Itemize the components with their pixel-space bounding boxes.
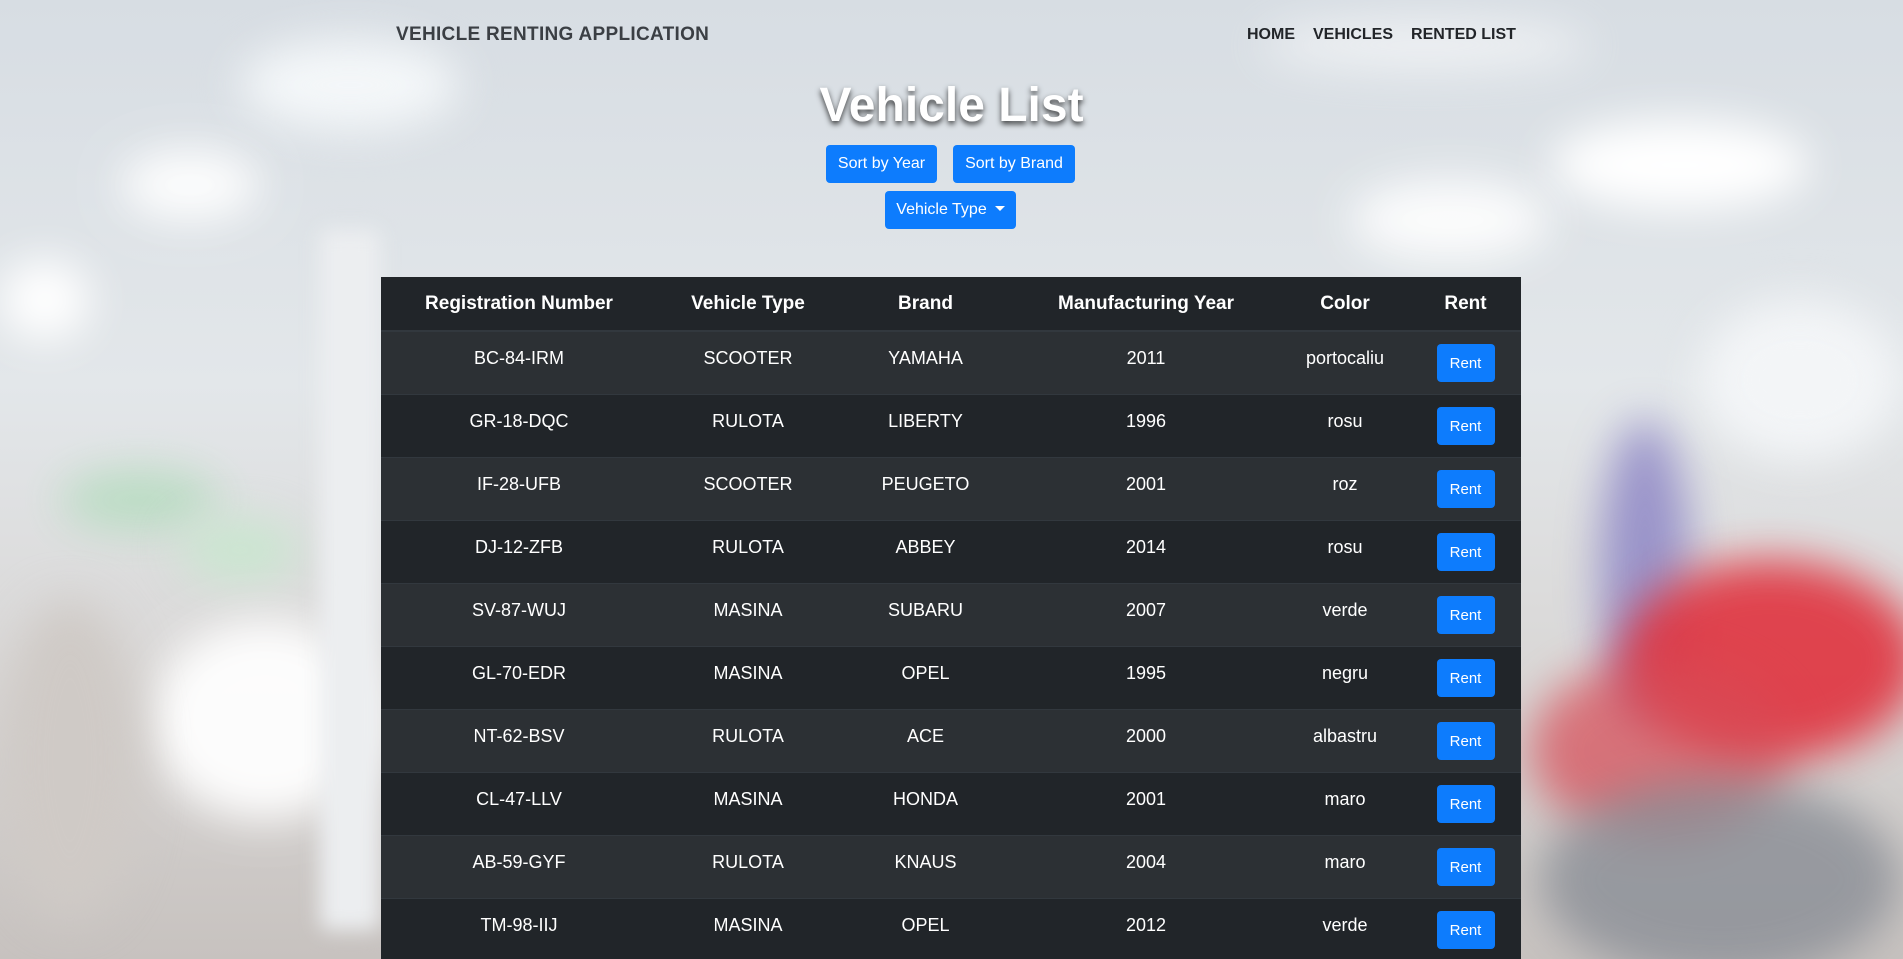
registration-cell: TM-98-IIJ xyxy=(381,898,657,959)
table-row: AB-59-GYF RULOTA KNAUS 2004 maro Rent xyxy=(381,835,1521,899)
color-cell: albastru xyxy=(1280,709,1410,773)
table-row: SV-87-WUJ MASINA SUBARU 2007 verde Rent xyxy=(381,583,1521,647)
rent-button[interactable]: Rent xyxy=(1436,596,1495,634)
year-cell: 2001 xyxy=(1012,457,1280,521)
table-header-row: Registration Number Vehicle Type Brand M… xyxy=(381,277,1521,332)
registration-cell: GR-18-DQC xyxy=(381,394,657,458)
registration-cell: GL-70-EDR xyxy=(381,646,657,710)
rent-button[interactable]: Rent xyxy=(1436,407,1495,445)
rent-button[interactable]: Rent xyxy=(1436,533,1495,571)
registration-cell: NT-62-BSV xyxy=(381,709,657,773)
table-row: IF-28-UFB SCOOTER PEUGETO 2001 roz Rent xyxy=(381,457,1521,521)
year-cell: 1995 xyxy=(1012,646,1280,710)
brand-cell: PEUGETO xyxy=(839,457,1012,521)
rent-cell: Rent xyxy=(1410,772,1521,836)
nav-rented-list-link[interactable]: RENTED LIST xyxy=(1411,26,1516,44)
caret-down-icon xyxy=(994,206,1005,211)
registration-cell: CL-47-LLV xyxy=(381,772,657,836)
color-cell: negru xyxy=(1280,646,1410,710)
registration-cell: AB-59-GYF xyxy=(381,835,657,899)
rent-button[interactable]: Rent xyxy=(1436,911,1495,949)
rent-button[interactable]: Rent xyxy=(1436,785,1495,823)
rent-cell: Rent xyxy=(1410,394,1521,458)
table-row: TM-98-IIJ MASINA OPEL 2012 verde Rent xyxy=(381,898,1521,959)
brand-cell: YAMAHA xyxy=(839,330,1012,395)
table-row: GL-70-EDR MASINA OPEL 1995 negru Rent xyxy=(381,646,1521,710)
vehicle-type-cell: MASINA xyxy=(657,898,839,959)
column-header-brand: Brand xyxy=(839,277,1012,332)
vehicle-type-cell: SCOOTER xyxy=(657,330,839,395)
registration-cell: IF-28-UFB xyxy=(381,457,657,521)
vehicle-type-cell: RULOTA xyxy=(657,394,839,458)
year-cell: 2007 xyxy=(1012,583,1280,647)
color-cell: verde xyxy=(1280,583,1410,647)
brand-cell: SUBARU xyxy=(839,583,1012,647)
year-cell: 2000 xyxy=(1012,709,1280,773)
rent-button[interactable]: Rent xyxy=(1436,659,1495,697)
brand-cell: ACE xyxy=(839,709,1012,773)
column-header-color: Color xyxy=(1280,277,1410,332)
year-cell: 1996 xyxy=(1012,394,1280,458)
vehicle-type-dropdown[interactable]: Vehicle Type xyxy=(885,191,1016,229)
color-cell: maro xyxy=(1280,772,1410,836)
vehicle-type-cell: MASINA xyxy=(657,646,839,710)
table-row: BC-84-IRM SCOOTER YAMAHA 2011 portocaliu… xyxy=(381,330,1521,395)
brand-cell: KNAUS xyxy=(839,835,1012,899)
rent-cell: Rent xyxy=(1410,457,1521,521)
vehicle-type-cell: RULOTA xyxy=(657,835,839,899)
year-cell: 2001 xyxy=(1012,772,1280,836)
color-cell: roz xyxy=(1280,457,1410,521)
brand-cell: OPEL xyxy=(839,646,1012,710)
vehicle-table: Registration Number Vehicle Type Brand M… xyxy=(381,277,1521,959)
registration-cell: DJ-12-ZFB xyxy=(381,520,657,584)
table-row: NT-62-BSV RULOTA ACE 2000 albastru Rent xyxy=(381,709,1521,773)
year-cell: 2014 xyxy=(1012,520,1280,584)
year-cell: 2011 xyxy=(1012,330,1280,395)
vehicle-type-cell: MASINA xyxy=(657,772,839,836)
rent-cell: Rent xyxy=(1410,646,1521,710)
column-header-registration: Registration Number xyxy=(381,277,657,332)
brand-cell: OPEL xyxy=(839,898,1012,959)
color-cell: maro xyxy=(1280,835,1410,899)
vehicle-type-cell: RULOTA xyxy=(657,520,839,584)
nav-vehicles-link[interactable]: VEHICLES xyxy=(1313,26,1393,44)
color-cell: portocaliu xyxy=(1280,330,1410,395)
rent-cell: Rent xyxy=(1410,583,1521,647)
table-row: DJ-12-ZFB RULOTA ABBEY 2014 rosu Rent xyxy=(381,520,1521,584)
brand-cell: LIBERTY xyxy=(839,394,1012,458)
rent-cell: Rent xyxy=(1410,330,1521,395)
color-cell: rosu xyxy=(1280,394,1410,458)
year-cell: 2012 xyxy=(1012,898,1280,959)
column-header-year: Manufacturing Year xyxy=(1012,277,1280,332)
registration-cell: SV-87-WUJ xyxy=(381,583,657,647)
rent-cell: Rent xyxy=(1410,898,1521,959)
sort-by-year-button[interactable]: Sort by Year xyxy=(826,145,937,183)
rent-button[interactable]: Rent xyxy=(1436,848,1495,886)
page-title: Vehicle List xyxy=(819,79,1084,132)
sort-by-brand-button[interactable]: Sort by Brand xyxy=(953,145,1075,183)
brand-cell: ABBEY xyxy=(839,520,1012,584)
nav-home-link[interactable]: HOME xyxy=(1247,26,1295,44)
vehicle-type-label: Vehicle Type xyxy=(896,201,987,218)
app-brand[interactable]: VEHICLE RENTING APPLICATION xyxy=(396,24,709,46)
registration-cell: BC-84-IRM xyxy=(381,330,657,395)
vehicle-type-cell: MASINA xyxy=(657,583,839,647)
rent-button[interactable]: Rent xyxy=(1436,344,1495,382)
year-cell: 2004 xyxy=(1012,835,1280,899)
column-header-vehicle-type: Vehicle Type xyxy=(657,277,839,332)
rent-cell: Rent xyxy=(1410,520,1521,584)
vehicle-type-cell: SCOOTER xyxy=(657,457,839,521)
main-nav: HOME VEHICLES RENTED LIST xyxy=(1247,26,1516,44)
rent-button[interactable]: Rent xyxy=(1436,722,1495,760)
vehicle-type-cell: RULOTA xyxy=(657,709,839,773)
rent-button[interactable]: Rent xyxy=(1436,470,1495,508)
table-row: CL-47-LLV MASINA HONDA 2001 maro Rent xyxy=(381,772,1521,836)
color-cell: verde xyxy=(1280,898,1410,959)
column-header-rent: Rent xyxy=(1410,277,1521,332)
table-row: GR-18-DQC RULOTA LIBERTY 1996 rosu Rent xyxy=(381,394,1521,458)
brand-cell: HONDA xyxy=(839,772,1012,836)
rent-cell: Rent xyxy=(1410,835,1521,899)
color-cell: rosu xyxy=(1280,520,1410,584)
rent-cell: Rent xyxy=(1410,709,1521,773)
